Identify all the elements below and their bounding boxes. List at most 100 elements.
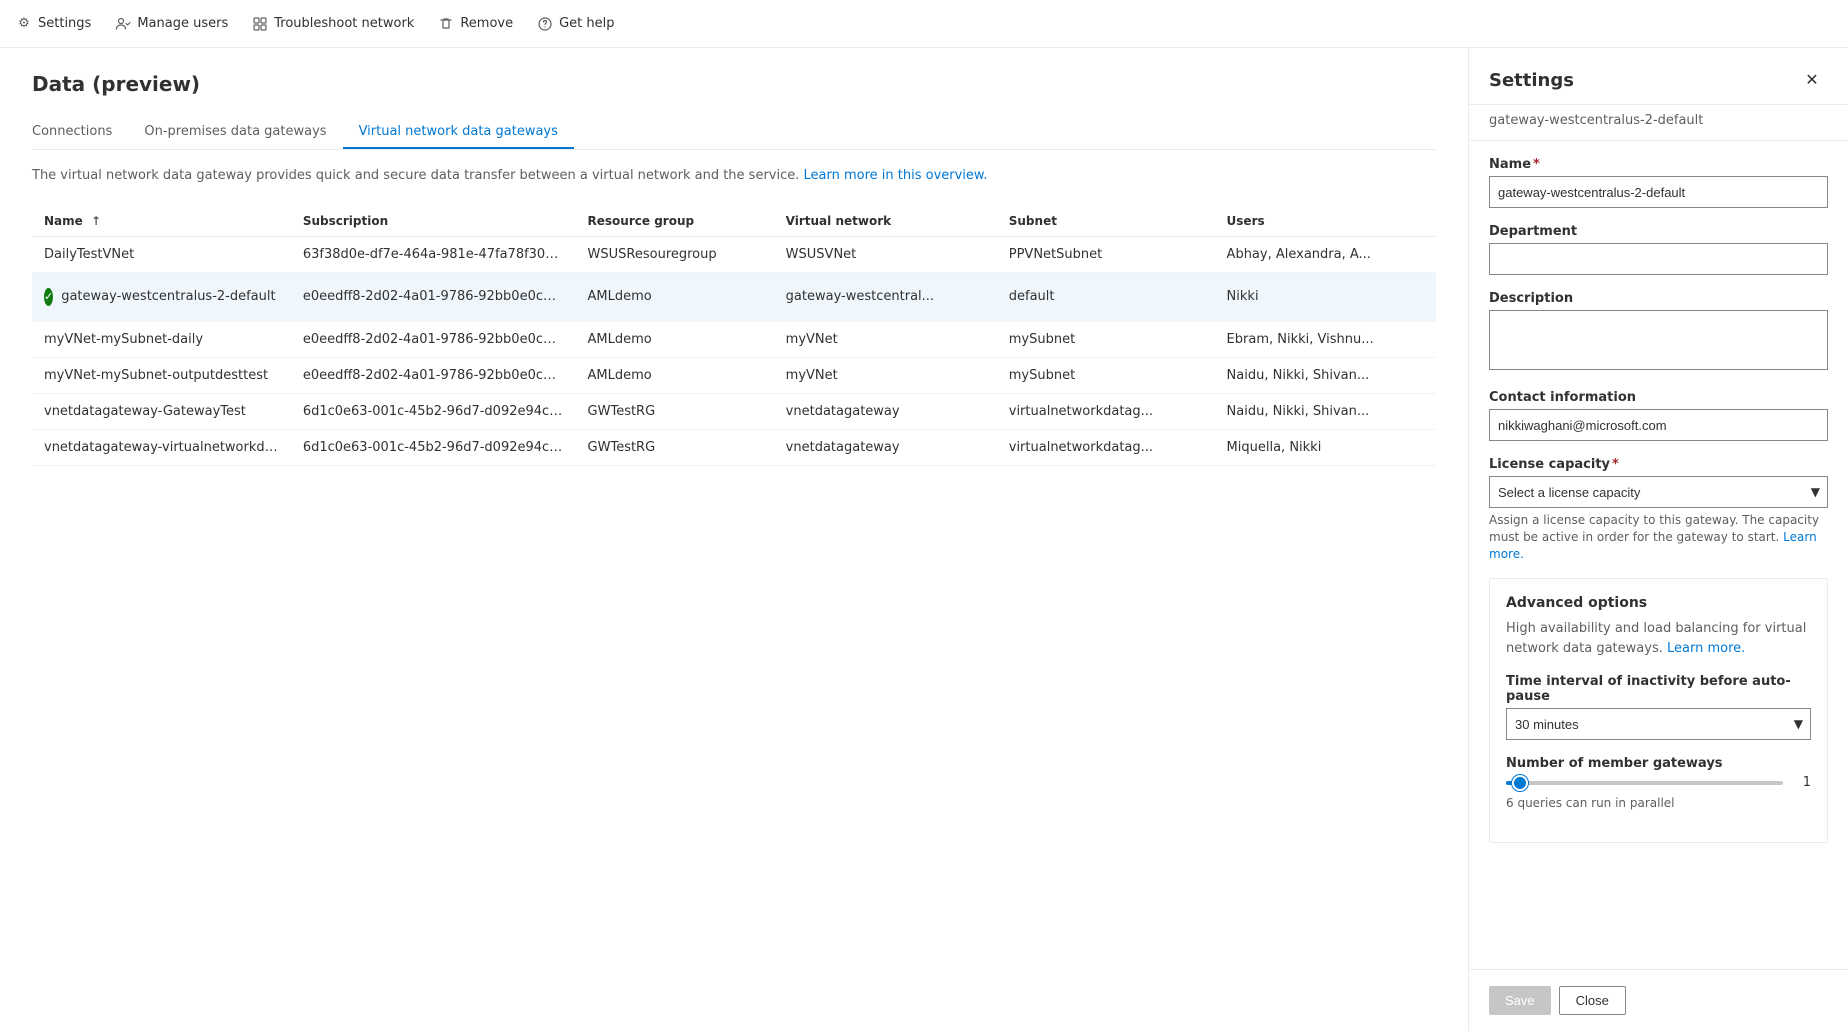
table-cell-subscription: 6d1c0e63-001c-45b2-96d7-d092e94c8... xyxy=(291,393,576,429)
col-header-virtual-network: Virtual network xyxy=(774,206,997,237)
table-row[interactable]: ✓ gateway-westcentralus-2-default ⚙ ··· … xyxy=(32,272,1436,321)
tab-virtual-network[interactable]: Virtual network data gateways xyxy=(343,116,574,149)
learn-more-link[interactable]: Learn more in this overview. xyxy=(804,168,988,183)
time-interval-select[interactable]: 30 minutes 1 hour 2 hours 4 hours Never xyxy=(1506,708,1811,740)
department-label: Department xyxy=(1489,224,1828,239)
table-cell-name: DailyTestVNet xyxy=(32,236,291,272)
slider-thumb[interactable] xyxy=(1512,775,1528,791)
license-select-wrapper: Select a license capacity ▼ xyxy=(1489,476,1828,508)
col-header-resource-group: Resource group xyxy=(576,206,774,237)
panel-close-button[interactable]: ✕ xyxy=(1796,64,1828,96)
panel-subtitle: gateway-westcentralus-2-default xyxy=(1469,105,1848,141)
license-select[interactable]: Select a license capacity xyxy=(1489,476,1828,508)
get-help-label: Get help xyxy=(559,16,614,31)
table-cell-users: Miquella, Nikki xyxy=(1215,429,1436,465)
manage-users-toolbar-item[interactable]: Manage users xyxy=(115,16,228,32)
table-cell-subnet: PPVNetSubnet xyxy=(997,236,1215,272)
table-cell-subnet: mySubnet xyxy=(997,357,1215,393)
member-gateways-label: Number of member gateways xyxy=(1506,756,1811,771)
table-row[interactable]: vnetdatagateway-GatewayTest6d1c0e63-001c… xyxy=(32,393,1436,429)
settings-label: Settings xyxy=(38,16,91,31)
table-cell-virtual-network: vnetdatagateway xyxy=(774,429,997,465)
advanced-options-desc: High availability and load balancing for… xyxy=(1506,619,1811,658)
table-cell-virtual-network: myVNet xyxy=(774,321,997,357)
table-cell-resource-group: WSUSResouregroup xyxy=(576,236,774,272)
name-label: Name* xyxy=(1489,157,1828,172)
settings-panel: Settings ✕ gateway-westcentralus-2-defau… xyxy=(1468,48,1848,1031)
panel-footer: Save Close xyxy=(1469,969,1848,1031)
tabs: Connections On-premises data gateways Vi… xyxy=(32,116,1436,150)
table-cell-resource-group: GWTestRG xyxy=(576,393,774,429)
data-table: Name ↑ Subscription Resource group Virtu… xyxy=(32,206,1436,466)
contact-input[interactable] xyxy=(1489,409,1828,441)
tab-connections[interactable]: Connections xyxy=(32,116,128,149)
table-row[interactable]: myVNet-mySubnet-outputdestteste0eedff8-2… xyxy=(32,357,1436,393)
panel-body: Name* Department Description Contact inf… xyxy=(1469,141,1848,969)
form-group-description: Description xyxy=(1489,291,1828,374)
table-cell-subscription: e0eedff8-2d02-4a01-9786-92bb0e0cb... xyxy=(291,272,576,321)
member-gateways-slider[interactable] xyxy=(1506,781,1783,785)
time-interval-select-wrapper: 30 minutes 1 hour 2 hours 4 hours Never … xyxy=(1506,708,1811,740)
table-cell-users: Naidu, Nikki, Shivan... xyxy=(1215,357,1436,393)
table-cell-resource-group: AMLdemo xyxy=(576,357,774,393)
form-group-department: Department xyxy=(1489,224,1828,275)
settings-row-button[interactable]: ⚙ xyxy=(284,283,291,311)
table-row[interactable]: myVNet-mySubnet-dailye0eedff8-2d02-4a01-… xyxy=(32,321,1436,357)
remove-label: Remove xyxy=(460,16,513,31)
table-cell-subnet: mySubnet xyxy=(997,321,1215,357)
table-cell-users: Nikki xyxy=(1215,272,1436,321)
form-group-name: Name* xyxy=(1489,157,1828,208)
save-button[interactable]: Save xyxy=(1489,986,1551,1015)
description-input[interactable] xyxy=(1489,310,1828,370)
table-cell-virtual-network: WSUSVNet xyxy=(774,236,997,272)
table-cell-name: myVNet-mySubnet-outputdesttest xyxy=(32,357,291,393)
time-interval-label: Time interval of inactivity before auto-… xyxy=(1506,674,1811,704)
settings-toolbar-item[interactable]: ⚙ Settings xyxy=(16,16,91,32)
panel-title: Settings xyxy=(1489,70,1574,91)
table-cell-name: vnetdatagateway-virtualnetworkdata... xyxy=(32,429,291,465)
page-title: Data (preview) xyxy=(32,72,1436,96)
slider-value: 1 xyxy=(1795,775,1811,790)
department-input[interactable] xyxy=(1489,243,1828,275)
gateway-name: gateway-westcentralus-2-default xyxy=(61,289,275,304)
troubleshoot-network-toolbar-item[interactable]: Troubleshoot network xyxy=(252,16,414,32)
table-cell-resource-group: AMLdemo xyxy=(576,272,774,321)
table-cell-name: ✓ gateway-westcentralus-2-default ⚙ ··· xyxy=(32,272,291,321)
table-cell-subscription: e0eedff8-2d02-4a01-9786-92bb0e0cb... xyxy=(291,357,576,393)
remove-toolbar-item[interactable]: Remove xyxy=(438,16,513,32)
advanced-options-box: Advanced options High availability and l… xyxy=(1489,578,1828,843)
sort-arrow-name: ↑ xyxy=(91,214,101,228)
table-cell-subscription: 63f38d0e-df7e-464a-981e-47fa78f30861 xyxy=(291,236,576,272)
table-cell-virtual-network: myVNet xyxy=(774,357,997,393)
slider-row: 1 xyxy=(1506,775,1811,790)
manage-users-icon xyxy=(115,16,131,32)
table-cell-virtual-network: gateway-westcentral... xyxy=(774,272,997,321)
table-row[interactable]: vnetdatagateway-virtualnetworkdata...6d1… xyxy=(32,429,1436,465)
form-group-license: License capacity* Select a license capac… xyxy=(1489,457,1828,562)
troubleshoot-icon xyxy=(252,16,268,32)
left-content: Data (preview) Connections On-premises d… xyxy=(0,48,1468,1031)
active-status-icon: ✓ xyxy=(44,288,53,306)
settings-icon: ⚙ xyxy=(16,16,32,32)
name-input[interactable] xyxy=(1489,176,1828,208)
advanced-learn-more-link[interactable]: Learn more. xyxy=(1667,641,1745,656)
tab-on-premises[interactable]: On-premises data gateways xyxy=(128,116,342,149)
panel-header: Settings ✕ xyxy=(1469,48,1848,105)
close-button[interactable]: Close xyxy=(1559,986,1626,1015)
form-group-time-interval: Time interval of inactivity before auto-… xyxy=(1506,674,1811,740)
toolbar: ⚙ Settings Manage users Troubleshoot net… xyxy=(0,0,1848,48)
col-header-subnet: Subnet xyxy=(997,206,1215,237)
get-help-toolbar-item[interactable]: Get help xyxy=(537,16,614,32)
form-group-member-gateways: Number of member gateways 1 6 queries ca… xyxy=(1506,756,1811,810)
table-cell-name: vnetdatagateway-GatewayTest xyxy=(32,393,291,429)
table-cell-users: Naidu, Nikki, Shivan... xyxy=(1215,393,1436,429)
advanced-options-title: Advanced options xyxy=(1506,595,1811,611)
description-text: The virtual network data gateway provide… xyxy=(32,166,1436,186)
table-cell-resource-group: AMLdemo xyxy=(576,321,774,357)
form-group-contact: Contact information xyxy=(1489,390,1828,441)
table-cell-resource-group: GWTestRG xyxy=(576,429,774,465)
table-cell-users: Ebram, Nikki, Vishnu... xyxy=(1215,321,1436,357)
troubleshoot-network-label: Troubleshoot network xyxy=(274,16,414,31)
table-cell-subnet: virtualnetworkdatag... xyxy=(997,393,1215,429)
table-row[interactable]: DailyTestVNet63f38d0e-df7e-464a-981e-47f… xyxy=(32,236,1436,272)
